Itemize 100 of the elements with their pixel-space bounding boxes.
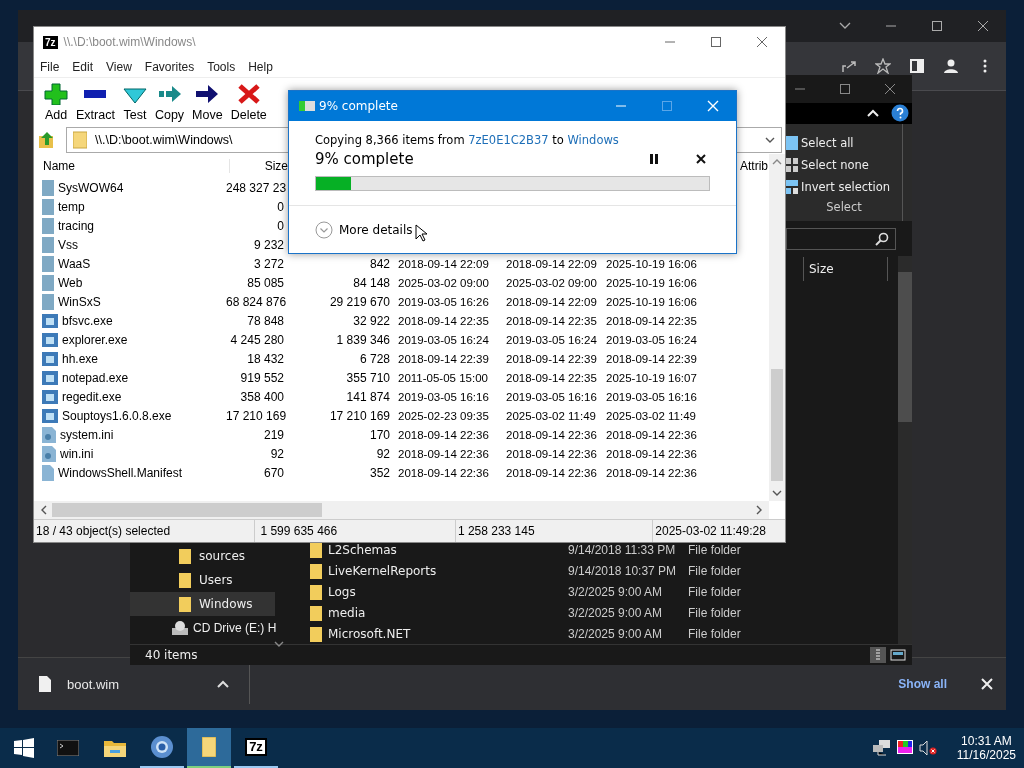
- file-name[interactable]: hh.exe: [62, 351, 99, 366]
- column-header[interactable]: Name: [40, 159, 230, 173]
- extract-button[interactable]: Extract: [72, 78, 119, 126]
- file-name[interactable]: tracing: [58, 218, 95, 233]
- file-name[interactable]: Web: [58, 275, 83, 290]
- tiles-view-icon[interactable]: [890, 647, 906, 664]
- table-cell-text: 2011-05-05 15:00: [397, 371, 489, 384]
- search-icon[interactable]: [875, 231, 889, 246]
- ribbon-item[interactable]: Invert selection: [786, 176, 902, 199]
- column-header[interactable]: Attrib: [736, 159, 768, 173]
- up-folder-icon[interactable]: [38, 131, 56, 149]
- file-name[interactable]: Souptoys1.6.0.8.exe: [62, 408, 172, 423]
- scroll-down-icon[interactable]: [772, 489, 782, 497]
- source-link[interactable]: 7zE0E1C2B37: [468, 133, 549, 147]
- cancel-icon[interactable]: [696, 154, 706, 164]
- nav-item[interactable]: Windows: [130, 592, 275, 617]
- menu-item[interactable]: View: [106, 60, 132, 74]
- maximize-icon[interactable]: [710, 36, 722, 48]
- table-cell-text: 2025-10-19 16:06: [605, 276, 698, 289]
- caret-icon[interactable]: [217, 680, 230, 688]
- profile-icon[interactable]: [943, 58, 959, 74]
- scroll-right-icon[interactable]: [755, 505, 763, 515]
- file-name[interactable]: Logs: [328, 584, 568, 599]
- table-cell-text: 670: [262, 465, 284, 480]
- close-icon[interactable]: [883, 82, 896, 95]
- column-header[interactable]: Size: [230, 159, 288, 173]
- network-icon[interactable]: [872, 740, 891, 756]
- download-name[interactable]: boot.wim: [67, 676, 120, 692]
- muted-speaker-icon[interactable]: [918, 740, 937, 756]
- pause-icon[interactable]: [650, 154, 658, 164]
- share-icon[interactable]: [841, 58, 857, 74]
- file-name[interactable]: Vss: [58, 237, 78, 252]
- star-icon[interactable]: [875, 58, 891, 74]
- search-field[interactable]: [786, 227, 896, 250]
- file-name[interactable]: LiveKernelReports: [328, 563, 568, 578]
- file-name[interactable]: temp: [58, 199, 85, 214]
- file-name[interactable]: bfsvc.exe: [62, 313, 113, 328]
- file-name[interactable]: media: [328, 605, 568, 620]
- file-name[interactable]: system.ini: [60, 427, 114, 442]
- start-icon[interactable]: [14, 738, 34, 758]
- color-icon[interactable]: [896, 740, 913, 756]
- minimize-icon[interactable]: [885, 25, 897, 27]
- scroll-left-icon[interactable]: [40, 505, 48, 515]
- test-button[interactable]: Test: [118, 78, 151, 126]
- chevron-down-icon[interactable]: [839, 22, 851, 30]
- scrollbar[interactable]: [898, 256, 912, 645]
- close-icon[interactable]: [977, 20, 989, 32]
- file-name[interactable]: win.ini: [60, 446, 94, 461]
- more-details-button[interactable]: More details: [315, 220, 413, 239]
- scrollbar[interactable]: [769, 154, 785, 501]
- folder-icon: [73, 131, 87, 149]
- sevenzip-taskbar-button[interactable]: 7z: [234, 728, 278, 768]
- close-icon[interactable]: [756, 36, 768, 48]
- explorer-taskbar-button[interactable]: [187, 728, 231, 768]
- dropdown-icon[interactable]: [765, 137, 775, 143]
- ribbon-item[interactable]: Select all: [786, 132, 902, 155]
- nav-item[interactable]: sources: [130, 544, 275, 569]
- file-name[interactable]: notepad.exe: [62, 370, 129, 385]
- maximize-icon[interactable]: [838, 82, 851, 95]
- file-name[interactable]: explorer.exe: [62, 332, 128, 347]
- nav-item[interactable]: CD Drive (E:) H: [130, 616, 290, 641]
- menu-item[interactable]: File: [40, 60, 60, 74]
- table-cell-text: 2018-09-14 22:35: [605, 314, 698, 327]
- delete-button[interactable]: Delete: [226, 78, 271, 126]
- collapse-icon[interactable]: [867, 109, 879, 118]
- sidebar-icon[interactable]: [909, 58, 925, 74]
- file-name[interactable]: L2Schemas: [328, 542, 568, 557]
- menu-item[interactable]: Favorites: [144, 60, 195, 74]
- table-cell-text: 842: [368, 256, 390, 271]
- scroll-down-icon[interactable]: [274, 641, 284, 648]
- globe-icon: [150, 735, 174, 759]
- show-all-link[interactable]: Show all: [898, 677, 947, 691]
- maximize-icon[interactable]: [931, 20, 943, 32]
- file-name[interactable]: WindowsShell.Manifest: [58, 465, 183, 480]
- file-name[interactable]: regedit.exe: [62, 389, 122, 404]
- file-name[interactable]: Microsoft.NET: [328, 626, 568, 641]
- destination-link[interactable]: Windows: [567, 133, 619, 147]
- table-cell-text: 2019-03-05 16:16: [397, 390, 490, 403]
- menu-item[interactable]: Help: [248, 60, 273, 74]
- menu-item[interactable]: Tools: [207, 60, 236, 74]
- table-cell-text: 2025-03-02 09:00: [505, 276, 598, 289]
- file-name[interactable]: WaaS: [58, 256, 91, 271]
- column-header[interactable]: Size: [803, 257, 888, 282]
- file-name[interactable]: WinSxS: [58, 294, 101, 309]
- scroll-thumb[interactable]: [771, 369, 783, 481]
- ribbon-item[interactable]: Select none: [786, 154, 902, 177]
- copy-button[interactable]: Copy: [150, 78, 189, 126]
- application-icon: [42, 332, 58, 347]
- folder-icon: [202, 737, 216, 757]
- details-view-icon[interactable]: [870, 647, 886, 664]
- menu-item[interactable]: Edit: [72, 60, 94, 74]
- file-date: 9/14/2018 11:33 PM: [568, 542, 677, 557]
- file-name[interactable]: SysWOW64: [58, 180, 124, 195]
- nav-item[interactable]: Users: [130, 568, 275, 593]
- clock[interactable]: 10:31 AM 11/16/2025: [948, 734, 1024, 762]
- help-icon[interactable]: [891, 104, 909, 123]
- scroll-up-icon[interactable]: [772, 158, 782, 166]
- add-button[interactable]: Add: [40, 78, 72, 126]
- move-button[interactable]: Move: [188, 78, 227, 126]
- scrollbar[interactable]: [34, 501, 769, 519]
